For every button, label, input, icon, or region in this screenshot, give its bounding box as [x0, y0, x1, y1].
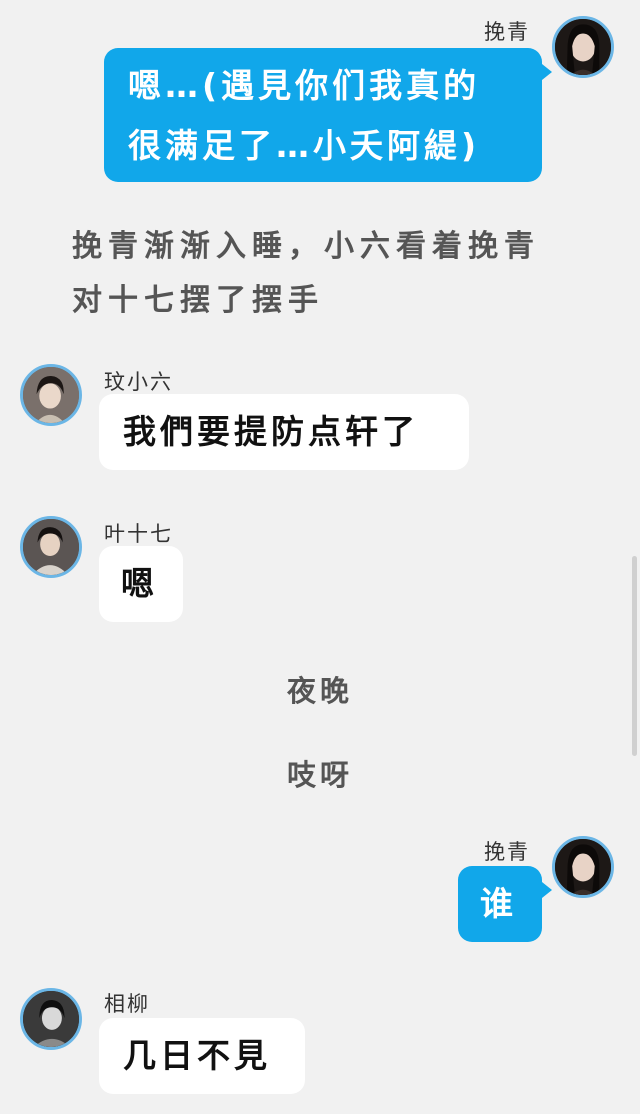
portrait-icon [23, 991, 79, 1047]
message-bubble[interactable]: 几日不見 [99, 1018, 305, 1094]
sender-name: 叶十七 [104, 522, 173, 546]
avatar-wenxiaoliu[interactable] [20, 364, 82, 426]
scrollbar[interactable] [632, 556, 637, 756]
scene-note: 夜晚 [286, 674, 353, 708]
narration-text: 挽青渐渐入睡，小六看着挽青 对十七摆了摆手 [72, 220, 540, 328]
sender-name: 挽青 [484, 840, 530, 864]
message-bubble[interactable]: 嗯 [99, 546, 183, 622]
bubble-tail [542, 64, 552, 80]
scene-note: 吱呀 [286, 758, 353, 792]
message-text-line: 嗯…(遇見你们我真的 [128, 66, 481, 105]
narration-line: 挽青渐渐入睡，小六看着挽青 [72, 229, 540, 264]
avatar-wanqing[interactable] [552, 16, 614, 78]
avatar-yeshiqi[interactable] [20, 516, 82, 578]
message-text-line: 很满足了…小夭阿緹) [128, 126, 481, 165]
avatar-xiangliu[interactable] [20, 988, 82, 1050]
sender-name: 挽青 [484, 20, 530, 44]
portrait-icon [555, 19, 611, 75]
message-bubble[interactable]: 谁 [458, 866, 542, 942]
portrait-icon [23, 519, 79, 575]
message-bubble[interactable]: 我們要提防点轩了 [99, 394, 469, 470]
sender-name: 相柳 [104, 992, 150, 1016]
portrait-icon [555, 839, 611, 895]
avatar-wanqing[interactable] [552, 836, 614, 898]
bubble-tail [542, 882, 552, 898]
sender-name: 玟小六 [104, 370, 173, 394]
narration-line: 对十七摆了摆手 [72, 283, 324, 318]
portrait-icon [23, 367, 79, 423]
message-bubble[interactable]: 嗯…(遇見你们我真的 很满足了…小夭阿緹) [104, 48, 542, 182]
